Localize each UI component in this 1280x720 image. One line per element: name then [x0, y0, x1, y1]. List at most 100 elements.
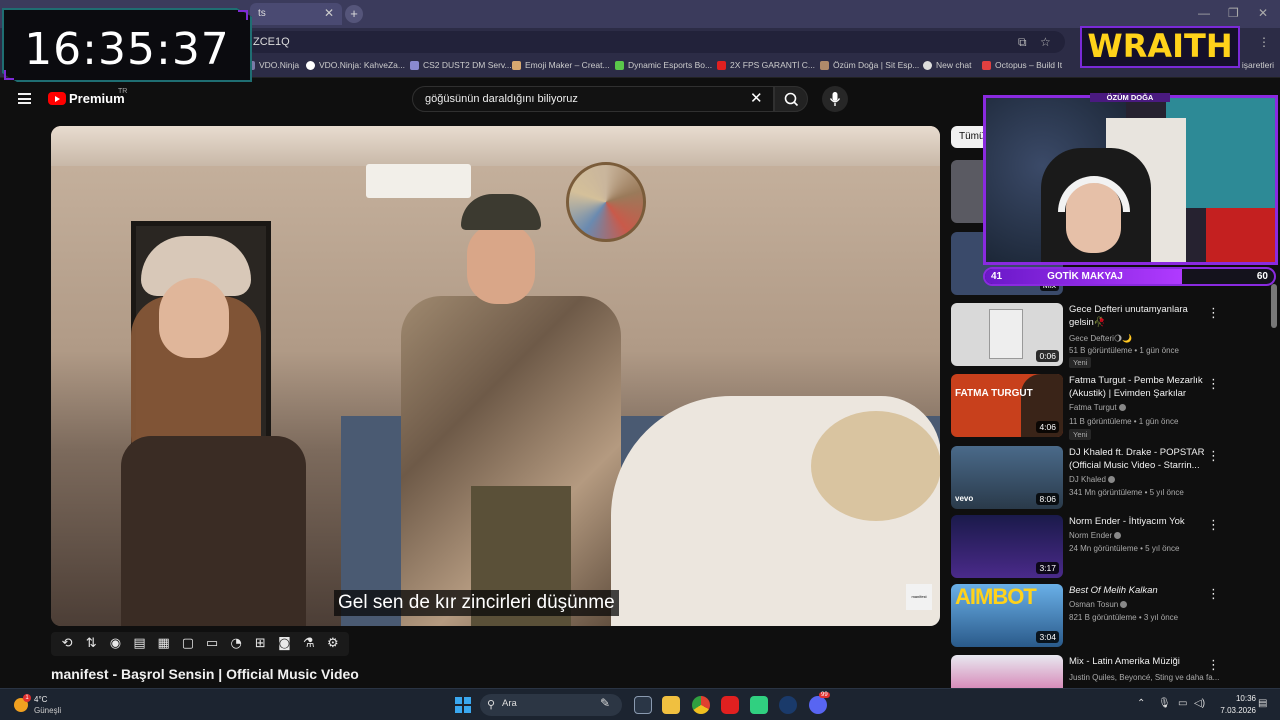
screenshot-icon[interactable]: ◙: [276, 636, 292, 652]
volume-icon[interactable]: ◁): [1194, 698, 1205, 709]
new-tab-button[interactable]: +: [345, 5, 363, 23]
close-window-icon[interactable]: ✕: [1258, 6, 1268, 20]
tray-chevron-icon[interactable]: ⌃: [1137, 698, 1145, 709]
bookmark-item[interactable]: Octopus – Build It: [982, 60, 1062, 70]
minimize-icon[interactable]: —: [1198, 6, 1210, 20]
bookmark-item[interactable]: Emoji Maker – Creat...: [512, 60, 610, 70]
network-icon[interactable]: ▭: [1178, 698, 1187, 709]
more-options-icon[interactable]: ⋮: [1207, 586, 1220, 602]
verified-icon: [1120, 601, 1128, 609]
list-item[interactable]: Mix - Latin Amerika Müziği Justin Quiles…: [951, 655, 1276, 688]
channel-name[interactable]: Justin Quiles, Beyoncé, Sting ve daha fa…: [1069, 673, 1219, 682]
voice-search-button[interactable]: [822, 86, 848, 112]
speed-icon[interactable]: ◔: [228, 636, 244, 652]
maximize-icon[interactable]: ❐: [1228, 6, 1239, 20]
list-item[interactable]: AIMBOT 3:04 Best Of Melih Kalkan Osman T…: [951, 584, 1276, 648]
video-title-link[interactable]: Norm Ender - İhtiyacım Yok: [1069, 515, 1209, 528]
bookmark-icon: [717, 60, 726, 70]
steam-icon[interactable]: [779, 696, 797, 714]
youtube-brand[interactable]: Premium: [69, 91, 125, 106]
goal-name: GOTİK MAKYAJ: [1047, 271, 1123, 282]
video-thumbnail: 3:17: [951, 515, 1063, 578]
video-thumbnail: vevo 8:06: [951, 446, 1063, 509]
discord-icon[interactable]: [809, 696, 827, 714]
miniplayer-icon[interactable]: ▢: [180, 636, 196, 652]
film-icon[interactable]: ▦: [156, 636, 172, 652]
add-icon[interactable]: ⊞: [252, 636, 268, 652]
search-button[interactable]: [774, 86, 808, 112]
more-options-icon[interactable]: ⋮: [1207, 448, 1220, 464]
mic-tray-icon[interactable]: 🎙︎: [1158, 698, 1171, 709]
tray-time[interactable]: 10:36: [1216, 694, 1256, 703]
weather-badge: 1: [23, 694, 31, 702]
notification-badge: 99: [819, 692, 830, 698]
channel-name[interactable]: Fatma Turgut: [1069, 403, 1126, 412]
tray-date[interactable]: 7.03.2026: [1210, 706, 1256, 715]
search-input[interactable]: göğüsünün daraldığını biliyoruz: [412, 86, 774, 112]
bookmark-item[interactable]: VDO.Ninja: KahveZa...: [306, 60, 405, 70]
bookmark-icon: [982, 60, 991, 70]
install-icon[interactable]: ⧉: [1018, 35, 1027, 50]
app-icon[interactable]: [750, 696, 768, 714]
start-icon[interactable]: [455, 697, 471, 713]
list-item[interactable]: 0:06 Gece Defteri unutamyanlara gelsin🥀 …: [951, 303, 1276, 368]
goal-bar: 41 GOTİK MAKYAJ 60: [983, 267, 1276, 286]
bookmark-item[interactable]: CS2 DUST2 DM Serv...: [410, 60, 512, 70]
channel-name[interactable]: Gece Defteri🌖🌙: [1069, 334, 1132, 343]
chrome-icon[interactable]: [692, 696, 710, 714]
clock-time: 16:35:37: [24, 24, 230, 75]
video-meta: 51 B görüntüleme • 1 gün önce: [1069, 346, 1179, 355]
video-player[interactable]: manifest Gel sen de kır zincirleri düşün…: [51, 126, 940, 626]
webcam-overlay: [983, 95, 1278, 265]
list-item[interactable]: vevo 8:06 DJ Khaled ft. Drake - POPSTAR …: [951, 446, 1276, 510]
video-title-link[interactable]: DJ Khaled ft. Drake - POPSTAR (Official …: [1069, 446, 1209, 472]
broadcast-icon[interactable]: ◉: [107, 636, 123, 652]
theater-icon[interactable]: ▭: [204, 636, 220, 652]
pen-icon[interactable]: ✎: [600, 696, 618, 714]
more-options-icon[interactable]: ⋮: [1207, 657, 1220, 673]
verified-icon: [1107, 476, 1115, 484]
video-duration: 4:06: [1036, 421, 1059, 433]
verified-icon: [1114, 532, 1122, 540]
video-title-link[interactable]: Gece Defteri unutamyanlara gelsin🥀: [1069, 303, 1209, 329]
video-title: manifest - Başrol Sensin | Official Musi…: [51, 666, 359, 682]
bookmark-item[interactable]: Özüm Doğa | Sit Esp...: [820, 60, 919, 70]
lab-icon[interactable]: ⚗: [301, 636, 317, 652]
more-options-icon[interactable]: ⋮: [1207, 305, 1220, 321]
bookmark-item[interactable]: VDO.Ninja: [246, 60, 299, 70]
tab-close-icon[interactable]: ✕: [324, 6, 334, 20]
browser-menu-icon[interactable]: ⋮: [1258, 35, 1270, 49]
loop-icon[interactable]: ⟲: [59, 636, 75, 652]
youtube-app-icon[interactable]: [721, 696, 739, 714]
list-item[interactable]: FATMA TURGUT 4:06 Fatma Turgut - Pembe M…: [951, 374, 1276, 440]
eye-icon[interactable]: ▤: [132, 636, 148, 652]
weather-desc[interactable]: Güneşli: [34, 706, 61, 715]
video-title-link[interactable]: Fatma Turgut - Pembe Mezarlık (Akustik) …: [1069, 374, 1209, 400]
player-toolbar: ⟲ ⇅ ◉ ▤ ▦ ▢ ▭ ◔ ⊞ ◙ ⚗ ⚙: [51, 632, 349, 656]
sidebar-scrollbar[interactable]: [1271, 284, 1277, 328]
bookmark-item[interactable]: Dynamic Esports Bo...: [615, 60, 712, 70]
video-title-link[interactable]: Best Of Melih Kalkan: [1069, 584, 1209, 597]
bookmark-item[interactable]: New chat: [923, 60, 971, 70]
channel-name[interactable]: DJ Khaled: [1069, 475, 1115, 484]
sort-icon[interactable]: ⇅: [83, 636, 99, 652]
settings-icon[interactable]: ⚙: [325, 636, 341, 652]
file-explorer-icon[interactable]: [662, 696, 680, 714]
microphone-icon: [829, 92, 841, 106]
video-duration: 8:06: [1036, 493, 1059, 505]
bookmark-item[interactable]: 2X FPS GARANTİ C...: [717, 60, 815, 70]
video-title-link[interactable]: Mix - Latin Amerika Müziği: [1069, 655, 1209, 668]
channel-name[interactable]: Osman Tosun: [1069, 600, 1128, 609]
more-options-icon[interactable]: ⋮: [1207, 376, 1220, 392]
list-item[interactable]: 3:17 Norm Ender - İhtiyacım Yok Norm End…: [951, 515, 1276, 579]
youtube-logo-icon[interactable]: [48, 92, 66, 105]
menu-icon[interactable]: [18, 93, 31, 104]
url-field[interactable]: ZCE1Q: [245, 31, 1065, 53]
channel-name[interactable]: Norm Ender: [1069, 531, 1122, 540]
clear-search-icon[interactable]: ✕: [750, 89, 763, 107]
more-options-icon[interactable]: ⋮: [1207, 517, 1220, 533]
task-view-icon[interactable]: [634, 696, 652, 714]
weather-temp[interactable]: 4°C: [34, 695, 47, 704]
notifications-icon[interactable]: ▤: [1258, 698, 1267, 709]
bookmark-star-icon[interactable]: ☆: [1040, 35, 1051, 49]
